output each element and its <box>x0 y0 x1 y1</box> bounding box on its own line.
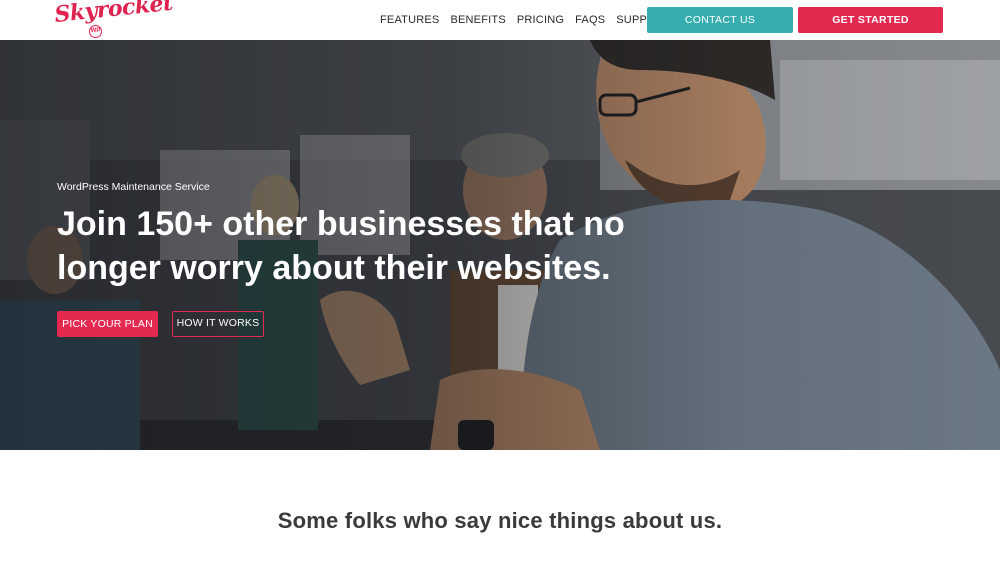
nav-item-faqs[interactable]: FAQS <box>575 14 605 27</box>
logo-badge-icon: WP <box>89 25 102 38</box>
hero-section: WordPress Maintenance Service Join 150+ … <box>0 40 1000 450</box>
pick-your-plan-button[interactable]: PICK YOUR PLAN <box>57 311 158 337</box>
site-header: Skyrocket WP FEATURES BENEFITS PRICING F… <box>0 0 1000 40</box>
nav-item-benefits[interactable]: BENEFITS <box>450 14 505 27</box>
testimonials-title: Some folks who say nice things about us. <box>277 508 723 533</box>
contact-us-button[interactable]: CONTACT US <box>647 7 793 33</box>
nav-item-pricing[interactable]: PRICING <box>517 14 564 27</box>
hero-headline: Join 150+ other businesses that no longe… <box>57 205 625 287</box>
main-nav: FEATURES BENEFITS PRICING FAQS SUPPORT <box>380 14 671 27</box>
hero-eyebrow: WordPress Maintenance Service <box>57 181 210 193</box>
how-it-works-button[interactable]: HOW IT WORKS <box>172 311 264 337</box>
skyrocket-logo[interactable]: Skyrocket WP <box>53 0 174 38</box>
logo-wordmark: Skyrocket <box>53 0 174 28</box>
get-started-button[interactable]: GET STARTED <box>798 7 943 33</box>
nav-item-features[interactable]: FEATURES <box>380 14 439 27</box>
